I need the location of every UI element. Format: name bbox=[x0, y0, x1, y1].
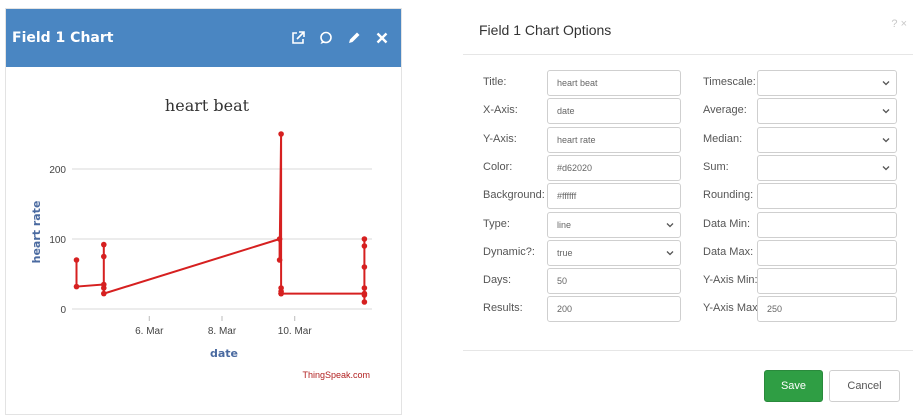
chart-widget: Field 1 Chart heart beat 0 100 200 6. Mar 8.… bbox=[5, 8, 402, 415]
chart-options-dialog: Field 1 Chart Options ? × Title: heart be… bbox=[463, 8, 913, 415]
line-chart: heart beat 0 100 200 6. Mar 8. Mar 10. Mar da… bbox=[30, 96, 372, 380]
data-min-field[interactable] bbox=[757, 212, 897, 238]
data-point[interactable] bbox=[101, 290, 107, 297]
days-field[interactable]: 50 bbox=[547, 268, 681, 294]
type-value: line bbox=[557, 220, 572, 230]
x-tick-label: 8. Mar bbox=[208, 326, 237, 337]
background-label: Background: bbox=[483, 189, 545, 201]
chevron-down-icon bbox=[666, 249, 674, 257]
y-axis-field[interactable]: heart rate bbox=[547, 127, 681, 153]
data-min-label: Data Min: bbox=[703, 218, 751, 230]
sum-label: Sum: bbox=[703, 161, 729, 173]
timescale-label: Timescale: bbox=[703, 76, 756, 88]
chevron-down-icon bbox=[882, 107, 890, 115]
title-field[interactable]: heart beat bbox=[547, 70, 681, 96]
data-point[interactable] bbox=[73, 283, 80, 290]
data-point[interactable] bbox=[361, 299, 368, 305]
rounding-field[interactable] bbox=[757, 183, 897, 209]
chevron-down-icon bbox=[882, 79, 890, 87]
y-tick-label: 0 bbox=[60, 305, 66, 316]
data-point[interactable] bbox=[361, 285, 368, 291]
days-value: 50 bbox=[557, 276, 568, 286]
dialog-divider-top bbox=[463, 54, 913, 55]
results-label: Results: bbox=[483, 302, 523, 314]
save-button[interactable]: Save bbox=[764, 370, 823, 402]
data-point[interactable] bbox=[276, 257, 283, 263]
results-value: 200 bbox=[557, 304, 573, 314]
y-axis-label: heart rate bbox=[30, 201, 43, 264]
data-point[interactable] bbox=[73, 257, 80, 263]
dialog-divider-bottom bbox=[463, 350, 913, 351]
data-point[interactable] bbox=[361, 264, 368, 270]
data-point[interactable] bbox=[361, 243, 368, 249]
dialog-help-close[interactable]: ? × bbox=[891, 18, 907, 30]
median-label: Median: bbox=[703, 133, 743, 145]
timescale-select[interactable] bbox=[757, 70, 897, 96]
rounding-label: Rounding: bbox=[703, 189, 754, 201]
cancel-button[interactable]: Cancel bbox=[829, 370, 900, 402]
x-tick-label: 10. Mar bbox=[278, 326, 313, 337]
average-select[interactable] bbox=[757, 98, 897, 124]
y-axis-min-field[interactable] bbox=[757, 268, 897, 294]
x-axis-field[interactable]: date bbox=[547, 98, 681, 124]
y-axis-max-value: 250 bbox=[767, 304, 783, 314]
data-max-label: Data Max: bbox=[703, 246, 754, 258]
results-field[interactable]: 200 bbox=[547, 296, 681, 322]
chevron-down-icon bbox=[882, 136, 890, 144]
background-value: #ffffff bbox=[557, 191, 577, 201]
type-select[interactable]: line bbox=[547, 212, 681, 238]
widget-tools bbox=[291, 31, 389, 45]
data-max-field[interactable] bbox=[757, 240, 897, 266]
data-point[interactable] bbox=[361, 236, 368, 242]
data-point[interactable] bbox=[278, 290, 284, 297]
y-axis-min-label: Y-Axis Min: bbox=[703, 274, 758, 286]
external-link-icon[interactable] bbox=[291, 31, 305, 45]
color-label: Color: bbox=[483, 161, 513, 173]
background-field[interactable]: #ffffff bbox=[547, 183, 681, 209]
y-axis-label: Y-Axis: bbox=[483, 133, 517, 145]
dynamic-select[interactable]: true bbox=[547, 240, 681, 266]
average-label: Average: bbox=[703, 104, 747, 116]
widget-header: Field 1 Chart bbox=[6, 9, 401, 67]
dynamic-value: true bbox=[557, 248, 573, 258]
close-icon[interactable] bbox=[375, 31, 389, 45]
pencil-icon[interactable] bbox=[347, 31, 361, 45]
widget-title: Field 1 Chart bbox=[12, 30, 114, 46]
series-line bbox=[75, 133, 366, 302]
x-axis-label: date bbox=[210, 347, 238, 360]
title-label: Title: bbox=[483, 76, 507, 88]
color-field[interactable]: #d62020 bbox=[547, 155, 681, 181]
data-point[interactable] bbox=[101, 253, 107, 260]
y-tick-label: 100 bbox=[49, 235, 66, 246]
y-axis-max-label: Y-Axis Max: bbox=[703, 302, 761, 314]
data-point[interactable] bbox=[101, 285, 107, 291]
chart-title: heart beat bbox=[165, 96, 250, 115]
chevron-down-icon bbox=[666, 221, 674, 229]
y-tick-label: 200 bbox=[49, 165, 66, 176]
chart-area: heart beat 0 100 200 6. Mar 8. Mar 10. Mar da… bbox=[12, 74, 397, 404]
days-label: Days: bbox=[483, 274, 512, 286]
median-select[interactable] bbox=[757, 127, 897, 153]
thingspeak-credit[interactable]: ThingSpeak.com bbox=[302, 370, 370, 380]
y-axis-max-field[interactable]: 250 bbox=[757, 296, 897, 322]
data-point[interactable] bbox=[101, 241, 107, 248]
comment-icon[interactable] bbox=[319, 31, 333, 45]
color-value: #d62020 bbox=[557, 163, 593, 173]
y-axis-value: heart rate bbox=[557, 135, 596, 145]
sum-select[interactable] bbox=[757, 155, 897, 181]
dialog-title: Field 1 Chart Options bbox=[479, 22, 612, 38]
data-point[interactable] bbox=[278, 131, 284, 137]
x-tick-label: 6. Mar bbox=[135, 326, 164, 337]
data-point[interactable] bbox=[276, 236, 283, 242]
data-point[interactable] bbox=[361, 292, 368, 298]
dynamic-label: Dynamic?: bbox=[483, 246, 535, 258]
chevron-down-icon bbox=[882, 164, 890, 172]
x-axis-value: date bbox=[557, 106, 575, 116]
title-value: heart beat bbox=[557, 78, 598, 88]
type-label: Type: bbox=[483, 218, 510, 230]
x-axis-label: X-Axis: bbox=[483, 104, 518, 116]
